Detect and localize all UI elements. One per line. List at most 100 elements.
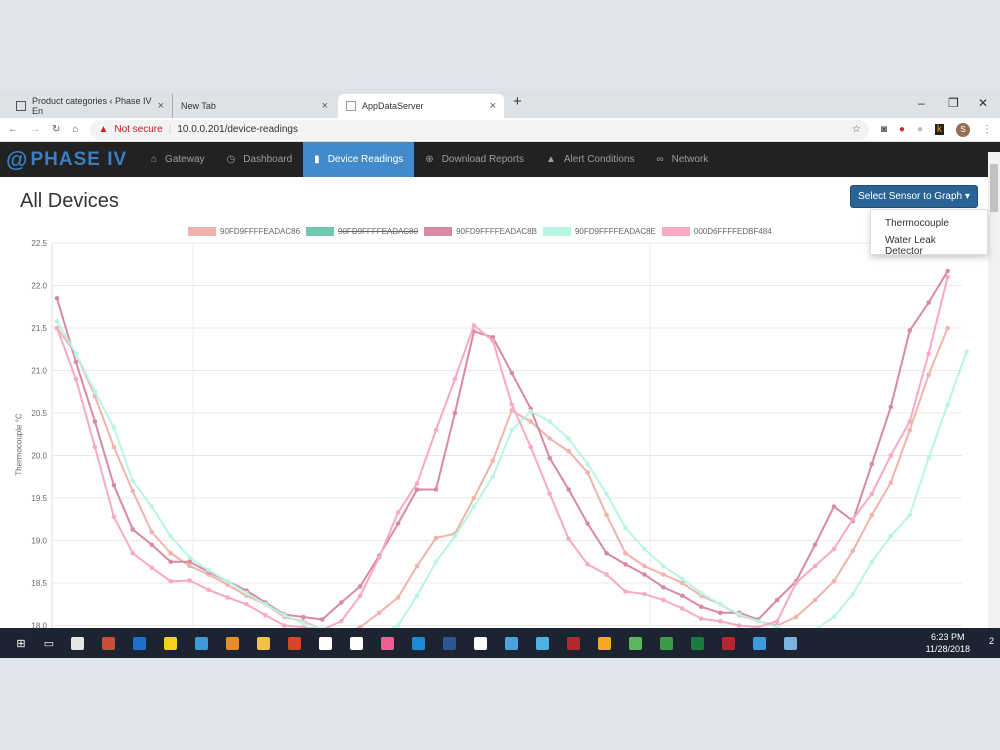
tab-new-tab[interactable]: New Tab × bbox=[172, 94, 336, 118]
data-point bbox=[661, 597, 666, 603]
taskbar-app-icon[interactable] bbox=[655, 632, 677, 654]
data-point bbox=[699, 616, 704, 621]
data-point bbox=[320, 617, 325, 622]
legend-item[interactable]: 000D6FFFFEDBF484 bbox=[661, 227, 772, 236]
home-icon[interactable]: ⌂ bbox=[72, 124, 78, 135]
data-point bbox=[566, 487, 571, 492]
data-point bbox=[926, 455, 931, 461]
data-point bbox=[528, 419, 534, 424]
back-icon[interactable]: ← bbox=[8, 124, 18, 135]
tab-appdataserver[interactable]: AppDataServer × bbox=[338, 94, 504, 118]
scrollbar-thumb[interactable] bbox=[990, 164, 998, 212]
taskbar-app-icon[interactable] bbox=[221, 632, 243, 654]
legend-label: 90FD9FFFFEADAC80 bbox=[338, 227, 419, 236]
close-window-icon[interactable]: ✕ bbox=[978, 96, 988, 110]
nav-alert-conditions[interactable]: ▲ Alert Conditions bbox=[535, 142, 646, 177]
menu-icon[interactable]: ⋮ bbox=[982, 124, 992, 135]
legend-item[interactable]: 90FD9FFFFEADAC8E bbox=[542, 227, 656, 236]
data-point bbox=[661, 584, 666, 590]
restore-icon[interactable]: ❐ bbox=[948, 96, 959, 110]
taskbar-app-icon[interactable] bbox=[376, 632, 398, 654]
taskbar-app-icon[interactable] bbox=[66, 632, 88, 654]
taskbar-app-icon[interactable] bbox=[531, 632, 553, 654]
data-point bbox=[452, 410, 458, 416]
nav-gateway[interactable]: ⌂ Gateway bbox=[140, 142, 216, 177]
data-point bbox=[130, 478, 136, 484]
data-point bbox=[149, 529, 155, 535]
taskbar-app-icon[interactable] bbox=[159, 632, 181, 654]
legend-item[interactable]: 90FD9FFFFEADAC86 bbox=[188, 227, 300, 236]
taskbar-app-icon[interactable] bbox=[469, 632, 491, 654]
avatar[interactable]: S bbox=[956, 122, 970, 137]
data-point bbox=[604, 550, 609, 556]
taskbar-app-icon[interactable] bbox=[717, 632, 739, 654]
taskbar-app-icon[interactable] bbox=[562, 632, 584, 654]
notification-center-icon[interactable]: 2 bbox=[989, 636, 994, 646]
data-point bbox=[357, 584, 363, 589]
taskbar-app-icon[interactable] bbox=[686, 632, 708, 654]
star-icon[interactable]: ☆ bbox=[852, 124, 861, 135]
data-point bbox=[888, 404, 894, 410]
menu-item-thermocouple[interactable]: Thermocouple bbox=[871, 215, 987, 232]
select-sensor-button[interactable]: Select Sensor to Graph ▾ bbox=[850, 185, 978, 208]
data-point bbox=[357, 593, 363, 599]
nav-label: Alert Conditions bbox=[563, 154, 635, 165]
tab-label: Product categories ‹ Phase IV En bbox=[31, 96, 152, 116]
minimize-icon[interactable]: – bbox=[918, 96, 925, 110]
logo[interactable]: @ PHASE IV bbox=[0, 142, 140, 177]
data-point bbox=[680, 576, 685, 582]
taskbar-app-icon[interactable] bbox=[283, 632, 305, 654]
taskbar-app-icon[interactable] bbox=[190, 632, 212, 654]
forward-icon[interactable]: → bbox=[30, 124, 40, 135]
nav-device-readings[interactable]: ▮ Device Readings bbox=[303, 142, 415, 177]
taskbar-app-icon[interactable] bbox=[252, 632, 274, 654]
taskbar-app-icon[interactable] bbox=[97, 632, 119, 654]
legend-item[interactable]: 90FD9FFFFEADAC8B bbox=[424, 227, 537, 236]
data-point bbox=[547, 436, 552, 441]
data-point bbox=[850, 516, 856, 522]
data-point bbox=[206, 587, 211, 593]
nav-download-reports[interactable]: ⊕ Download Reports bbox=[414, 142, 535, 177]
taskbar-app-icon[interactable] bbox=[624, 632, 646, 654]
k-extension-icon[interactable]: k bbox=[935, 124, 944, 135]
taskbar-app-icon[interactable] bbox=[128, 632, 150, 654]
data-point bbox=[907, 512, 913, 518]
new-tab-button[interactable]: + bbox=[513, 93, 522, 110]
taskbar-app-icon[interactable] bbox=[407, 632, 429, 654]
nav-network[interactable]: ∞ Network bbox=[645, 142, 719, 177]
data-point bbox=[111, 444, 117, 450]
nav-dashboard[interactable]: ◷ Dashboard bbox=[216, 142, 304, 177]
scrollbar[interactable] bbox=[988, 152, 1000, 628]
clock[interactable]: 6:23 PM 11/28/2018 bbox=[926, 631, 970, 655]
close-tab-icon[interactable]: × bbox=[490, 100, 496, 112]
security-status[interactable]: Not secure bbox=[114, 124, 162, 135]
legend-item[interactable]: 90FD9FFFFEADAC80 bbox=[306, 227, 418, 236]
taskbar-app-icon[interactable] bbox=[500, 632, 522, 654]
data-point bbox=[168, 559, 173, 565]
data-point bbox=[73, 359, 79, 365]
opera-icon[interactable]: ● bbox=[899, 124, 905, 135]
pocket-icon[interactable]: ◙ bbox=[881, 124, 887, 135]
data-point bbox=[585, 521, 590, 526]
data-point bbox=[566, 448, 571, 454]
tab-label: New Tab bbox=[181, 101, 216, 111]
taskbar-app-icon[interactable] bbox=[748, 632, 770, 654]
close-tab-icon[interactable]: × bbox=[322, 100, 328, 112]
logo-rings-icon: @ bbox=[6, 146, 29, 172]
start-button[interactable]: ⊞ bbox=[10, 632, 32, 654]
url-text: 10.0.0.201/device-readings bbox=[177, 124, 298, 135]
taskbar-app-icon[interactable] bbox=[345, 632, 367, 654]
extension-icon[interactable]: ● bbox=[917, 124, 923, 135]
address-input[interactable]: ▲ Not secure | 10.0.0.201/device-reading… bbox=[90, 119, 869, 140]
taskbar-app-icon[interactable] bbox=[779, 632, 801, 654]
task-view-button[interactable]: ▭ bbox=[38, 632, 60, 654]
close-tab-icon[interactable]: × bbox=[158, 100, 164, 112]
taskbar-app-icon[interactable] bbox=[314, 632, 336, 654]
bar-chart-icon: ▮ bbox=[314, 154, 320, 165]
menu-item-water-leak-detector[interactable]: Water Leak Detector bbox=[871, 232, 987, 260]
taskbar-app-icon[interactable] bbox=[593, 632, 615, 654]
tab-product-categories[interactable]: Product categories ‹ Phase IV En × bbox=[8, 94, 172, 118]
reload-icon[interactable]: ↻ bbox=[52, 124, 60, 135]
taskbar-app-icon[interactable] bbox=[438, 632, 460, 654]
legend-swatch bbox=[424, 227, 453, 236]
